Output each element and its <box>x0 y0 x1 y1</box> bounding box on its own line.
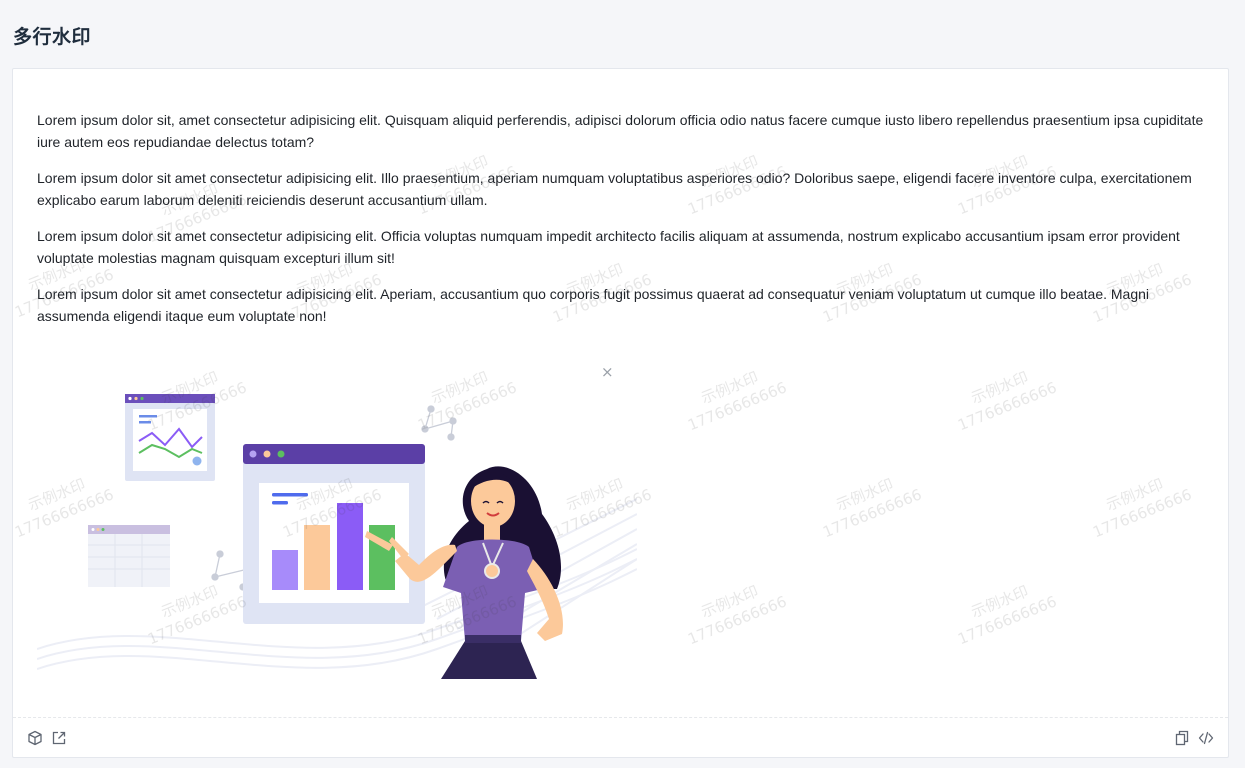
watermark: 示例水印17766666666 <box>685 582 790 649</box>
code-icon[interactable] <box>1198 730 1214 746</box>
paragraph: Lorem ipsum dolor sit amet consectetur a… <box>37 286 1150 324</box>
paragraph: Lorem ipsum dolor sit, amet consectetur … <box>37 112 1204 150</box>
demo-actions <box>13 717 1228 757</box>
watermark: 示例水印17766666666 <box>685 368 790 435</box>
table-window <box>88 525 170 587</box>
page-title: 多行水印 <box>13 26 92 48</box>
watermark: 示例水印17766666666 <box>1090 475 1195 542</box>
demo-card: Lorem ipsum dolor sit, amet consectetur … <box>12 68 1229 758</box>
paragraph: Lorem ipsum dolor sit amet consectetur a… <box>37 170 1192 208</box>
watermark: 示例水印17766666666 <box>820 475 925 542</box>
small-chart-window <box>125 394 215 481</box>
demo-body: Lorem ipsum dolor sit, amet consectetur … <box>13 69 1228 719</box>
paragraph: Lorem ipsum dolor sit amet consectetur a… <box>37 228 1180 266</box>
watermark: 示例水印17766666666 <box>955 582 1060 649</box>
copy-icon[interactable] <box>1174 730 1190 746</box>
watermark: 示例水印17766666666 <box>955 368 1060 435</box>
paragraph-block: Lorem ipsum dolor sit, amet consectetur … <box>37 109 1207 341</box>
bar-chart-window <box>243 444 425 624</box>
presentation-illustration <box>37 394 637 679</box>
external-link-icon[interactable] <box>51 730 67 746</box>
close-icon[interactable]: × <box>601 363 614 381</box>
cube-icon[interactable] <box>27 730 43 746</box>
